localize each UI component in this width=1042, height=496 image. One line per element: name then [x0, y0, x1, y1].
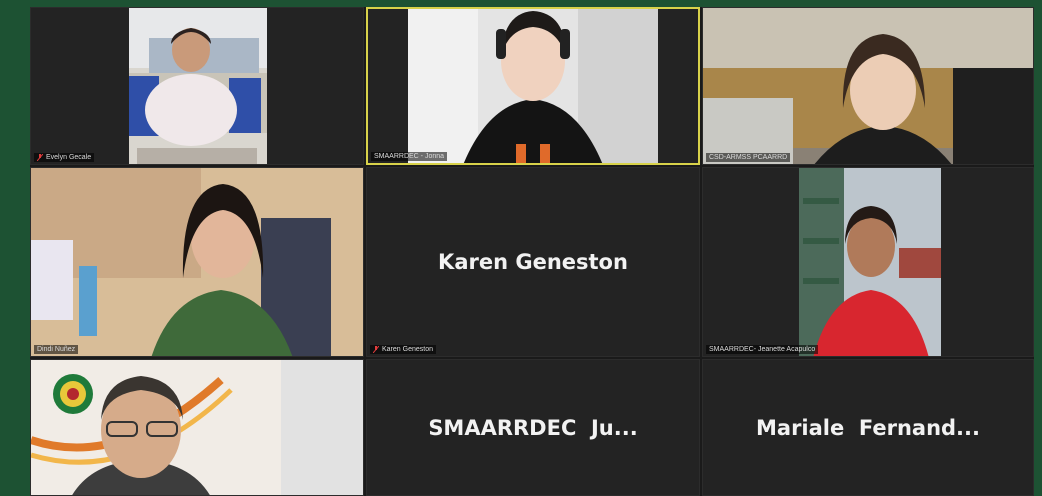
- participant-name-label: CSD-ARMSS PCAARRD: [706, 153, 791, 162]
- participant-video: [31, 360, 363, 495]
- participant-name: SMAARRDEC - Jonna: [374, 153, 445, 160]
- participant-name: SMAARRDEC- Jeanette Acapulco: [709, 346, 816, 353]
- participant-video: [799, 168, 941, 356]
- participant-name-label: SMAARRDEC - Jonna: [371, 152, 448, 161]
- participant-tile-mariale[interactable]: Mariale Fernand...: [702, 359, 1034, 496]
- participant-name-label: SMAARRDEC- Jeanette Acapulco: [706, 345, 819, 354]
- participant-name: Karen Geneston: [382, 346, 433, 353]
- participant-name: CSD-ARMSS PCAARRD: [709, 154, 788, 161]
- participant-name-label: Evelyn Gecale: [34, 153, 95, 162]
- participant-video: [129, 8, 267, 164]
- participant-tile-dindi[interactable]: Dindi Nuñez: [30, 167, 364, 357]
- participant-video: [31, 168, 363, 356]
- participant-name-label: Karen Geneston: [370, 345, 436, 354]
- participant-display-name: SMAARRDEC Ju...: [428, 415, 638, 440]
- participant-tile-karen[interactable]: Karen Geneston Karen Geneston: [366, 167, 700, 357]
- participant-display-name: Mariale Fernand...: [756, 415, 980, 440]
- participant-name: Evelyn Gecale: [46, 154, 92, 161]
- participant-tile-jeanette[interactable]: SMAARRDEC- Jeanette Acapulco: [702, 167, 1034, 357]
- participant-video: [703, 8, 1033, 164]
- participant-name-label: Dindi Nuñez: [34, 345, 79, 354]
- participant-tile-smaarrdec-ju[interactable]: SMAARRDEC Ju...: [366, 359, 700, 496]
- participant-tile-csd-armss[interactable]: CSD-ARMSS PCAARRD: [702, 7, 1034, 165]
- muted-mic-icon: [37, 154, 43, 161]
- participant-video: [408, 9, 658, 163]
- participant-tile-evelyn[interactable]: Evelyn Gecale: [30, 7, 364, 165]
- participant-display-name: Karen Geneston: [438, 250, 628, 274]
- participant-name: Dindi Nuñez: [37, 346, 76, 353]
- participant-tile-video-4[interactable]: [30, 359, 364, 496]
- gallery-view: Evelyn Gecale SMAARRDEC - Jonna CSD-ARMS…: [30, 7, 1034, 496]
- muted-mic-icon: [373, 346, 379, 353]
- participant-tile-jonna[interactable]: SMAARRDEC - Jonna: [366, 7, 700, 165]
